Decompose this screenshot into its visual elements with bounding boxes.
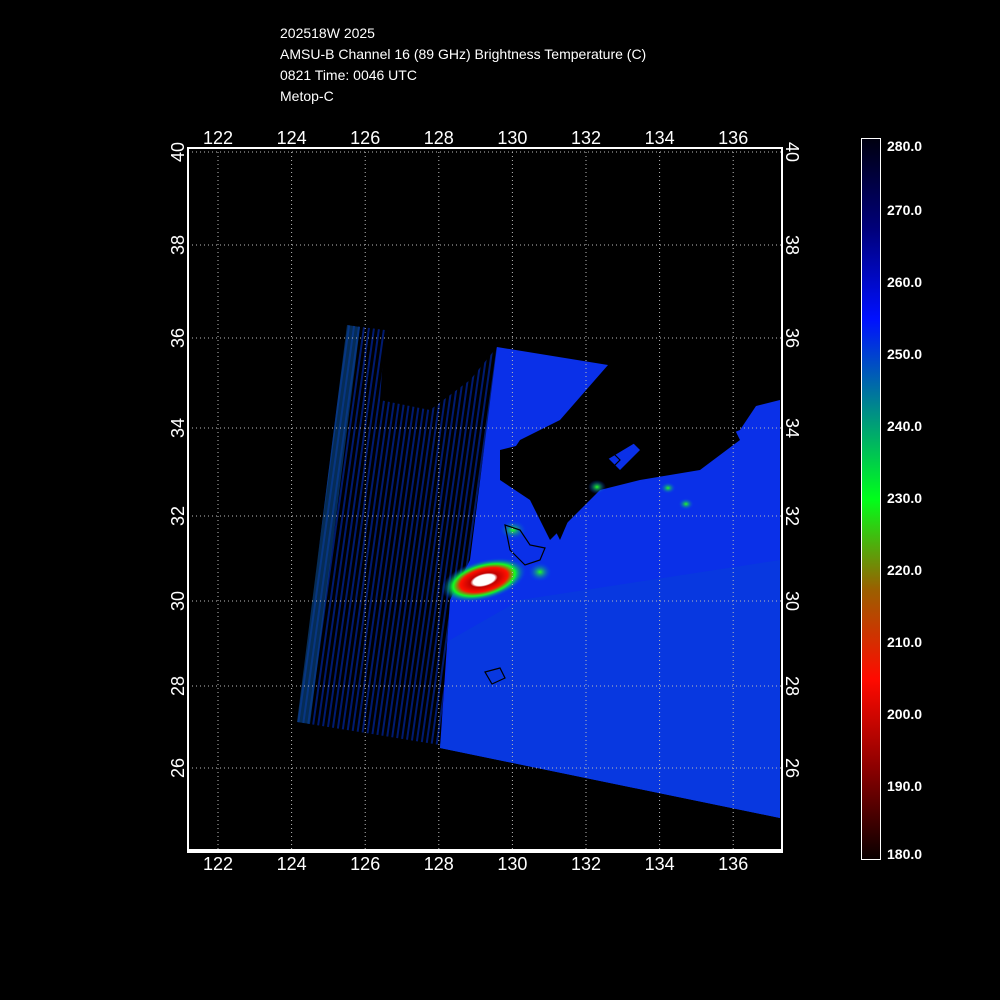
longitude-tick-label-bottom: 126	[350, 854, 380, 874]
longitude-tick-label-bottom: 134	[645, 854, 675, 874]
latitude-tick-label-left: 40	[168, 142, 188, 162]
latitude-tick-label-right: 38	[782, 235, 802, 255]
latitude-tick-label-right: 34	[782, 418, 802, 438]
latitude-tick-label-left: 34	[168, 418, 188, 438]
longitude-tick-label-bottom: 132	[571, 854, 601, 874]
latitude-tick-label-left: 38	[168, 235, 188, 255]
colorbar-tick-label: 190.0	[887, 778, 923, 794]
latitude-tick-label-right: 26	[782, 758, 802, 778]
colorbar-tick-label: 180.0	[887, 846, 923, 862]
colorbar-tick-label: 210.0	[887, 634, 923, 650]
convective-blob	[499, 520, 527, 540]
colorbar-tick-label: 230.0	[887, 490, 923, 506]
map-frame-bottom	[188, 849, 782, 852]
colorbar-tick-label: 260.0	[887, 274, 923, 290]
latitude-tick-label-right: 28	[782, 676, 802, 696]
latitude-tick-label-left: 28	[168, 676, 188, 696]
longitude-tick-label-top: 134	[645, 128, 675, 148]
convective-blob	[678, 498, 694, 510]
longitude-tick-label-bottom: 130	[497, 854, 527, 874]
latitude-tick-label-left: 32	[168, 506, 188, 526]
latitude-tick-label-right: 32	[782, 506, 802, 526]
longitude-tick-label-bottom: 136	[718, 854, 748, 874]
colorbar-tick-label: 220.0	[887, 562, 923, 578]
latitude-tick-label-right: 30	[782, 591, 802, 611]
convective-blob	[588, 480, 606, 494]
colorbar-tick-label: 240.0	[887, 418, 923, 434]
longitude-tick-label-top: 122	[203, 128, 233, 148]
longitude-tick-label-top: 128	[424, 128, 454, 148]
colorbar-tick-label: 280.0	[887, 138, 923, 154]
longitude-tick-label-bottom: 122	[203, 854, 233, 874]
latitude-tick-label-right: 36	[782, 328, 802, 348]
map-plot: 122 124 126 128 130 132 134 136 122 124 126 128 130 1…	[168, 128, 802, 874]
colorbar-gradient	[862, 139, 880, 859]
longitude-tick-label-top: 126	[350, 128, 380, 148]
colorbar-tick-label: 270.0	[887, 202, 923, 218]
longitude-tick-label-top: 130	[497, 128, 527, 148]
swath-data	[297, 325, 780, 818]
latitude-tick-label-right: 40	[782, 142, 802, 162]
colorbar	[861, 138, 881, 860]
colorbar-tick-label: 200.0	[887, 706, 923, 722]
latitude-tick-label-left: 30	[168, 591, 188, 611]
colorbar-tick-label: 250.0	[887, 346, 923, 362]
latitude-tick-label-left: 36	[168, 328, 188, 348]
convective-blob	[528, 562, 552, 582]
convective-blob	[660, 482, 676, 494]
longitude-tick-label-top: 124	[277, 128, 307, 148]
longitude-tick-label-bottom: 124	[277, 854, 307, 874]
satellite-image-page: 202518W 2025 AMSU-B Channel 16 (89 GHz) …	[0, 0, 1000, 1000]
longitude-tick-label-bottom: 128	[424, 854, 454, 874]
longitude-tick-label-top: 132	[571, 128, 601, 148]
longitude-tick-label-top: 136	[718, 128, 748, 148]
latitude-tick-label-left: 26	[168, 758, 188, 778]
